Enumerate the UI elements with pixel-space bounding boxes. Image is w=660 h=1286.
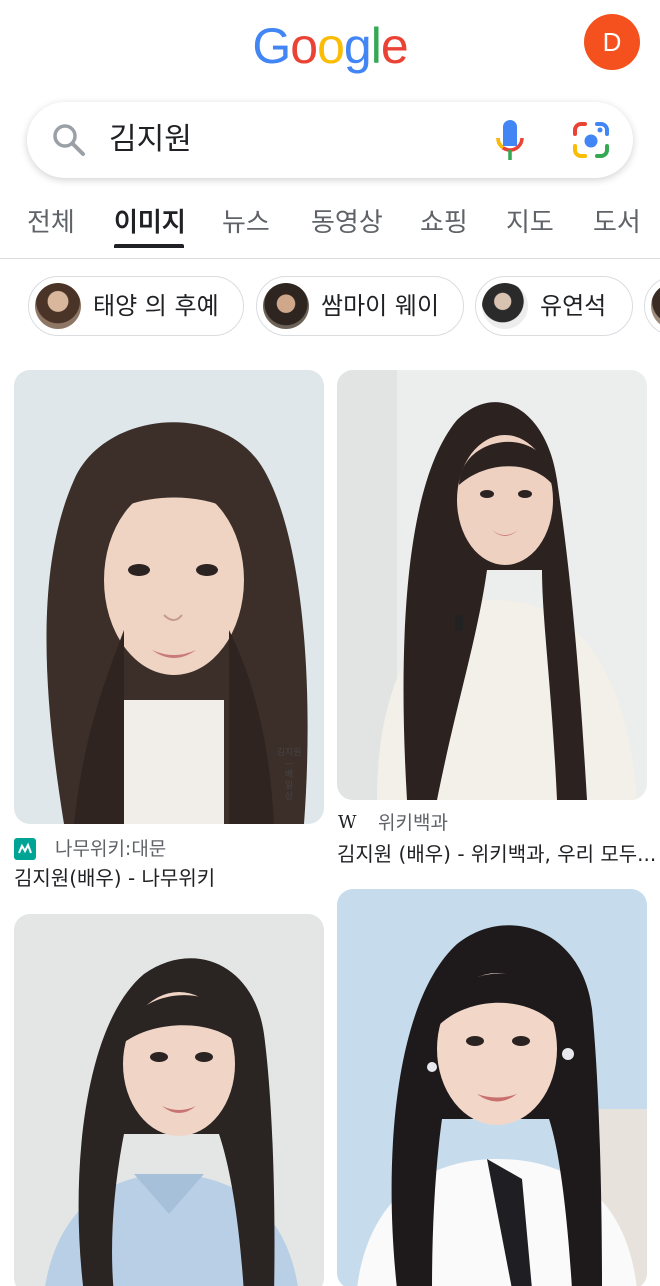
namuwiki-icon xyxy=(14,838,36,860)
suggestion-chip[interactable]: 쌈마이 웨이 xyxy=(256,276,464,336)
search-icon[interactable] xyxy=(51,122,87,158)
tab-news[interactable]: 뉴스 xyxy=(222,206,270,240)
portrait-photo xyxy=(14,914,324,1286)
wikipedia-icon: W xyxy=(338,812,357,833)
tab-maps[interactable]: 지도 xyxy=(506,206,554,240)
result-title[interactable]: 김지원(배우) - 나무위키 xyxy=(14,864,215,892)
active-tab-indicator xyxy=(114,244,184,248)
logo-letter: o xyxy=(290,18,318,74)
result-source[interactable]: 나무위키:대문 xyxy=(55,836,166,862)
suggestion-chip[interactable]: 유연석 xyxy=(475,276,633,336)
tab-shopping[interactable]: 쇼핑 xyxy=(420,206,468,240)
logo-letter: G xyxy=(252,18,291,74)
google-logo[interactable]: Google xyxy=(0,18,660,74)
chip-label: 쌈마이 웨이 xyxy=(321,292,440,320)
result-title[interactable]: 김지원 (배우) - 위키백과, 우리 모두... xyxy=(337,840,656,868)
chip-thumbnail xyxy=(35,283,81,329)
chip-thumbnail xyxy=(651,283,660,329)
tab-books[interactable]: 도서 xyxy=(593,206,641,240)
tab-all[interactable]: 전체 xyxy=(27,206,75,240)
chip-label: 태양 의 후예 xyxy=(93,292,219,320)
chip-label: 유연석 xyxy=(540,292,607,320)
account-avatar[interactable]: D xyxy=(584,14,640,70)
tabs-divider xyxy=(0,258,660,259)
chip-thumbnail xyxy=(482,283,528,329)
logo-letter: g xyxy=(343,18,372,74)
logo-letter: e xyxy=(380,18,409,74)
image-result[interactable]: 김지원 — 배 일 상 xyxy=(14,370,324,824)
suggestion-chip[interactable]: 태양 의 후예 xyxy=(28,276,244,336)
poster-caption: 김지원 — 배 일 상 xyxy=(276,748,302,802)
logo-letter: o xyxy=(317,18,345,74)
logo-letter: l xyxy=(370,18,382,74)
search-input[interactable]: 김지원 xyxy=(109,120,192,160)
chip-thumbnail xyxy=(263,283,309,329)
portrait-photo xyxy=(337,370,647,800)
portrait-photo xyxy=(337,889,647,1286)
result-source[interactable]: 위키백과 xyxy=(378,810,448,836)
image-search-page: Google D 김지원 전체 이미지 뉴스 동영상 쇼핑 지도 도서 태양 의… xyxy=(0,0,660,1286)
suggestion-chip[interactable] xyxy=(644,276,660,336)
tab-videos[interactable]: 동영상 xyxy=(311,206,383,240)
avatar-initial: D xyxy=(602,26,622,57)
tab-images[interactable]: 이미지 xyxy=(114,206,186,240)
image-result[interactable] xyxy=(337,370,647,800)
google-lens-icon[interactable] xyxy=(571,120,611,160)
mic-icon[interactable] xyxy=(493,118,527,162)
search-tabs: 전체 이미지 뉴스 동영상 쇼핑 지도 도서 xyxy=(0,200,660,258)
image-result[interactable] xyxy=(14,914,324,1286)
search-box[interactable]: 김지원 xyxy=(27,102,633,178)
image-result[interactable] xyxy=(337,889,647,1286)
